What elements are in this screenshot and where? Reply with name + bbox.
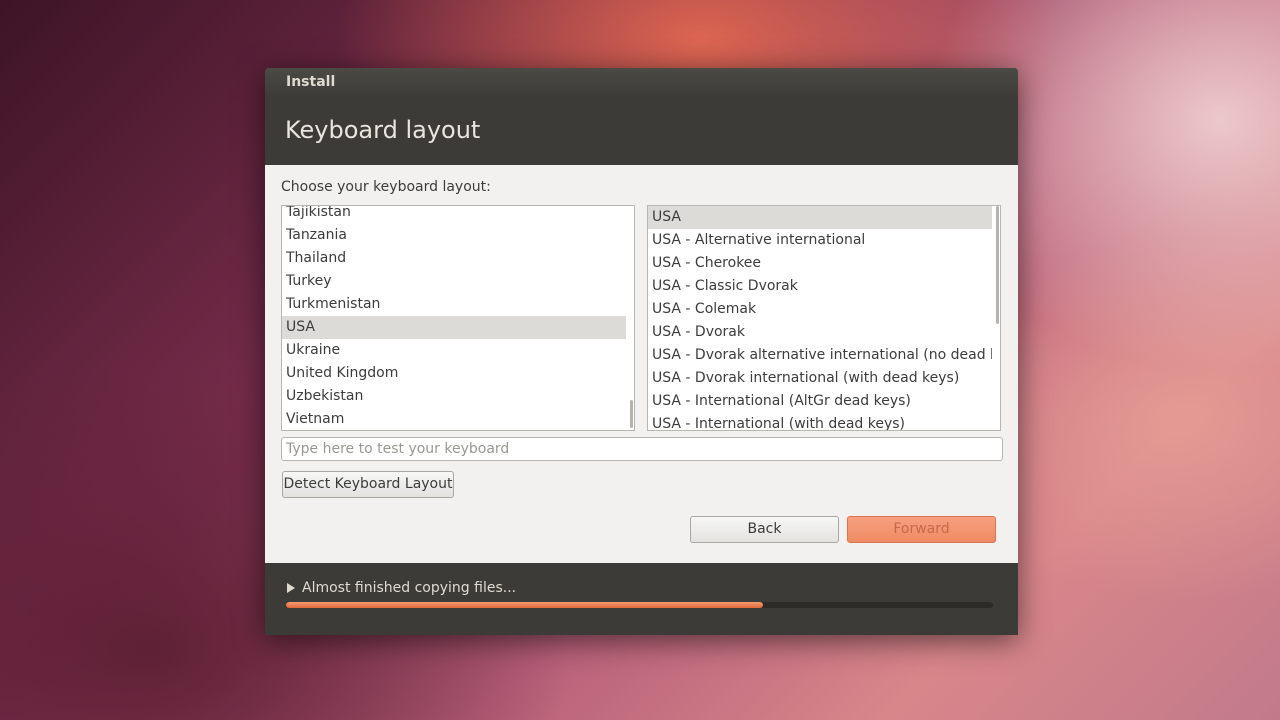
title-bar[interactable]: Install	[265, 68, 1018, 98]
country-item[interactable]: Uzbekistan	[282, 385, 626, 408]
progress-bar	[286, 602, 993, 608]
country-item[interactable]: Turkmenistan	[282, 293, 626, 316]
content-panel: Choose your keyboard layout: Tajikistan …	[265, 165, 1018, 563]
variant-item[interactable]: USA - International (AltGr dead keys)	[648, 390, 992, 413]
country-item-selected[interactable]: USA	[282, 316, 626, 339]
variant-item[interactable]: USA - Classic Dvorak	[648, 275, 992, 298]
variant-item[interactable]: USA - Dvorak international (with dead ke…	[648, 367, 992, 390]
variant-list[interactable]: USA USA - Alternative international USA …	[647, 205, 1001, 431]
country-item[interactable]: Tajikistan	[282, 206, 626, 224]
expander-triangle-icon[interactable]	[287, 583, 295, 593]
progress-bar-fill	[286, 602, 764, 608]
variant-item[interactable]: USA - Dvorak	[648, 321, 992, 344]
keyboard-test-input[interactable]	[281, 437, 1003, 461]
progress-status-text: Almost finished copying files...	[302, 580, 517, 596]
variant-item[interactable]: USA - Cherokee	[648, 252, 992, 275]
country-list[interactable]: Tajikistan Tanzania Thailand Turkey Turk…	[281, 205, 635, 431]
variant-item[interactable]: USA - Colemak	[648, 298, 992, 321]
detect-keyboard-layout-button[interactable]: Detect Keyboard Layout	[282, 471, 454, 498]
choose-layout-label: Choose your keyboard layout:	[281, 179, 491, 195]
back-button[interactable]: Back	[690, 516, 839, 543]
country-item[interactable]: Tanzania	[282, 224, 626, 247]
forward-button[interactable]: Forward	[847, 516, 996, 543]
country-item[interactable]: Turkey	[282, 270, 626, 293]
country-item[interactable]: Thailand	[282, 247, 626, 270]
country-item[interactable]: Ukraine	[282, 339, 626, 362]
variant-item-selected[interactable]: USA	[648, 206, 992, 229]
country-item[interactable]: Vietnam	[282, 408, 626, 430]
variant-item[interactable]: USA - Dvorak alternative international (…	[648, 344, 992, 367]
window-title: Install	[286, 74, 336, 90]
variant-item[interactable]: USA - International (with dead keys)	[648, 413, 992, 430]
variant-list-scrollbar[interactable]	[996, 206, 999, 324]
variant-item[interactable]: USA - Alternative international	[648, 229, 992, 252]
progress-panel: Almost finished copying files...	[265, 563, 1018, 635]
country-list-scrollbar[interactable]	[630, 400, 633, 428]
country-item[interactable]: United Kingdom	[282, 362, 626, 385]
installer-window: Install Keyboard layout Choose your keyb…	[265, 68, 1018, 635]
page-title: Keyboard layout	[285, 116, 481, 144]
